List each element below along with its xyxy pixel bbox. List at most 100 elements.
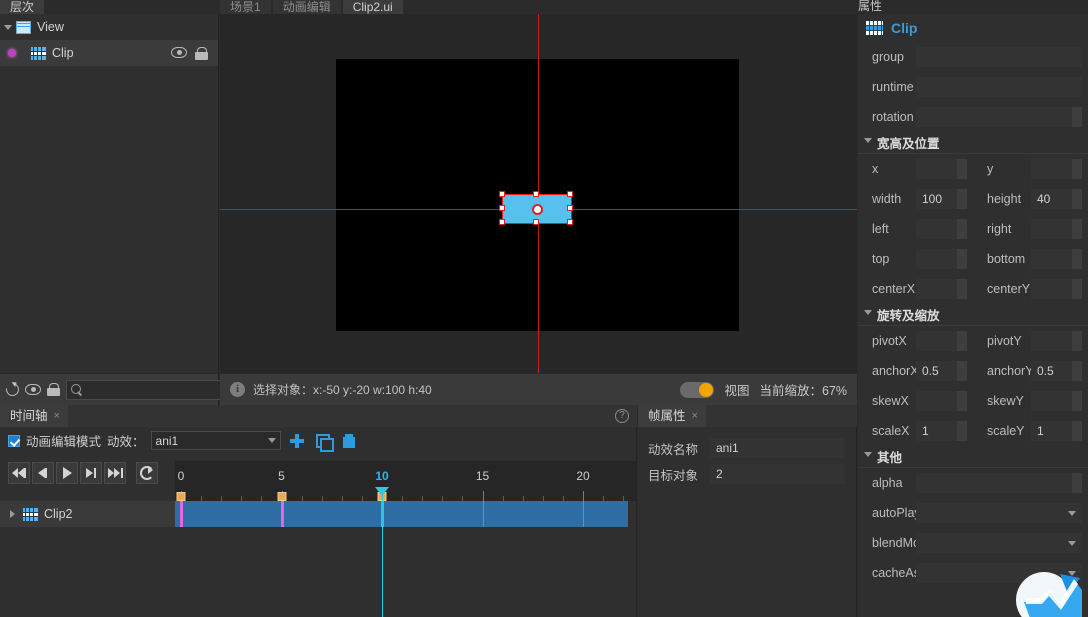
keyframe-line[interactable] (180, 501, 183, 527)
top-field[interactable] (916, 249, 967, 269)
stage-viewport[interactable] (220, 14, 857, 373)
section-header-other[interactable]: 其他 (858, 446, 1088, 468)
stepper-icon[interactable] (1072, 473, 1082, 493)
playhead-line[interactable] (382, 491, 383, 617)
centery-field[interactable] (1031, 279, 1082, 299)
stepper-icon[interactable] (1072, 159, 1082, 179)
pivoty-field[interactable] (1031, 331, 1082, 351)
refresh-button[interactable] (3, 380, 22, 400)
stepper-icon[interactable] (957, 279, 967, 299)
tab-animation-edit[interactable]: 动画编辑 (272, 0, 341, 14)
height-field[interactable]: 40 (1031, 189, 1082, 209)
blendmode-select[interactable] (916, 533, 1082, 553)
section-header-size-position[interactable]: 宽高及位置 (858, 132, 1088, 154)
runtime-field[interactable] (916, 77, 1082, 97)
pivot-handle[interactable] (531, 203, 543, 215)
alpha-field[interactable] (916, 473, 1082, 493)
track-lane[interactable] (175, 501, 628, 527)
chevron-down-icon[interactable] (4, 24, 12, 30)
pivotx-field[interactable] (916, 331, 967, 351)
chevron-right-icon[interactable] (10, 510, 15, 518)
resize-handle-ne[interactable] (567, 191, 573, 197)
search-field[interactable]: × (66, 379, 245, 400)
resize-handle-n[interactable] (533, 191, 539, 197)
play-button[interactable] (56, 462, 78, 484)
tree-node-view[interactable]: View (0, 14, 218, 40)
rotation-field[interactable] (916, 107, 1082, 127)
keyframe-marker[interactable] (176, 492, 186, 501)
tree-node-clip[interactable]: Clip (0, 40, 218, 66)
stepper-icon[interactable] (957, 219, 967, 239)
resize-handle-s[interactable] (533, 219, 539, 225)
add-animation-button[interactable] (287, 431, 307, 451)
scalex-field[interactable]: 1 (916, 421, 967, 441)
section-header-rotation-scale[interactable]: 旋转及缩放 (858, 304, 1088, 326)
anchorx-field[interactable]: 0.5 (916, 361, 967, 381)
width-field[interactable]: 100 (916, 189, 967, 209)
resize-handle-e[interactable] (567, 205, 573, 211)
stepper-icon[interactable] (957, 361, 967, 381)
delete-animation-button[interactable] (339, 431, 359, 451)
left-field[interactable] (916, 219, 967, 239)
cloud-upload-icon[interactable] (1016, 568, 1082, 617)
tab-clip2-ui[interactable]: Clip2.ui (342, 0, 403, 14)
tab-frame-properties[interactable]: 帧属性 × (638, 405, 706, 427)
close-icon[interactable]: × (692, 405, 698, 427)
stepper-icon[interactable] (1072, 361, 1082, 381)
target-object-field[interactable]: 2 (710, 464, 845, 484)
tab-scene1[interactable]: 场景1 (220, 0, 271, 14)
stepper-icon[interactable] (1072, 421, 1082, 441)
close-icon[interactable]: × (54, 405, 60, 427)
view-toggle[interactable] (680, 381, 715, 398)
x-field[interactable] (916, 159, 967, 179)
go-to-end-button[interactable] (104, 462, 126, 484)
tab-timeline[interactable]: 时间轴 × (0, 405, 68, 427)
animation-edit-mode-checkbox[interactable] (8, 434, 20, 447)
help-icon[interactable]: ? (615, 409, 629, 423)
track-header[interactable]: Clip2 (0, 501, 175, 527)
resize-handle-w[interactable] (499, 205, 505, 211)
go-to-start-button[interactable] (8, 462, 30, 484)
stepper-icon[interactable] (1072, 279, 1082, 299)
search-input[interactable] (87, 383, 229, 396)
resize-handle-se[interactable] (567, 219, 573, 225)
stepper-icon[interactable] (1072, 107, 1082, 127)
toggle-lock-button[interactable] (47, 380, 60, 400)
skewy-field[interactable] (1031, 391, 1082, 411)
timeline-ruler[interactable]: 0 5 10 15 20 (175, 461, 637, 501)
bottom-field[interactable] (1031, 249, 1082, 269)
anchory-field[interactable]: 0.5 (1031, 361, 1082, 381)
animation-name-field[interactable]: ani1 (710, 438, 845, 458)
stepper-icon[interactable] (957, 421, 967, 441)
stepper-icon[interactable] (957, 249, 967, 269)
scaley-field[interactable]: 1 (1031, 421, 1082, 441)
y-field[interactable] (1031, 159, 1082, 179)
stepper-icon[interactable] (1072, 189, 1082, 209)
next-frame-button[interactable] (80, 462, 102, 484)
tab-hierarchy[interactable]: 层次 (0, 0, 45, 14)
group-field[interactable] (916, 47, 1082, 67)
resize-handle-nw[interactable] (499, 191, 505, 197)
stepper-icon[interactable] (1072, 219, 1082, 239)
lock-icon[interactable] (195, 46, 208, 60)
stepper-icon[interactable] (957, 189, 967, 209)
eye-icon[interactable] (171, 46, 187, 58)
stepper-icon[interactable] (1072, 249, 1082, 269)
stepper-icon[interactable] (957, 331, 967, 351)
autoplay-select[interactable] (916, 503, 1082, 523)
stepper-icon[interactable] (1072, 391, 1082, 411)
stepper-icon[interactable] (957, 391, 967, 411)
duplicate-animation-button[interactable] (313, 431, 334, 452)
right-field[interactable] (1031, 219, 1082, 239)
resize-handle-sw[interactable] (499, 219, 505, 225)
keyframe-line[interactable] (280, 501, 284, 527)
stepper-icon[interactable] (957, 159, 967, 179)
stepper-icon[interactable] (1072, 331, 1082, 351)
keyframe-marker[interactable] (277, 492, 286, 501)
centerx-field[interactable] (916, 279, 967, 299)
prev-frame-button[interactable] (32, 462, 54, 484)
skewx-field[interactable] (916, 391, 967, 411)
animation-select[interactable]: ani1 (150, 431, 281, 450)
loop-button[interactable] (136, 462, 158, 484)
toggle-visibility-button[interactable] (25, 380, 41, 400)
